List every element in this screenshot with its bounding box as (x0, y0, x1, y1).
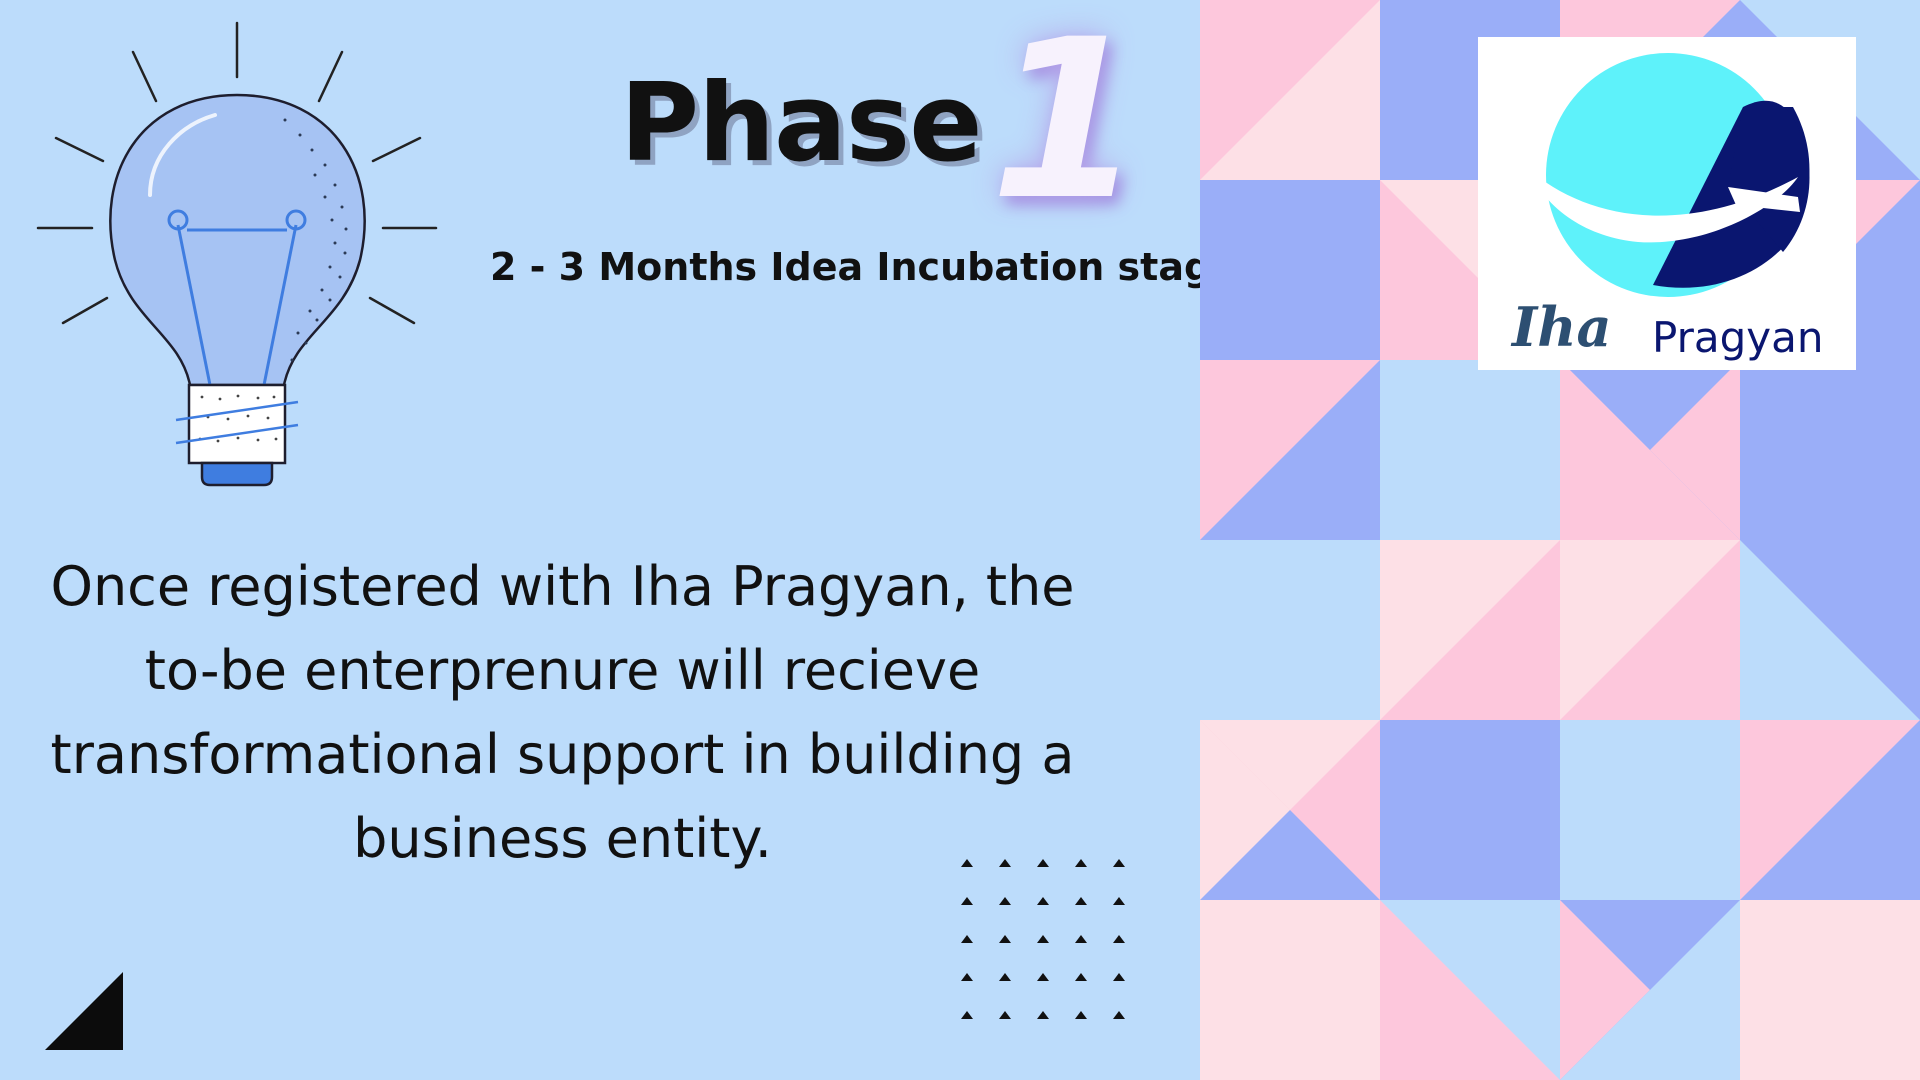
corner-triangle-icon (45, 972, 123, 1050)
logo-card: Iha Pragyan (1478, 37, 1856, 370)
content-panel: Phase 1 2 - 3 Months Idea Incubation sta… (0, 0, 1237, 1080)
phase-number: 1 (990, 0, 1144, 248)
phase-title: Phase (620, 61, 982, 186)
phase-description: Once registered with Iha Pragyan, the to… (50, 555, 1075, 870)
lightbulb-icon (36, 21, 438, 487)
logo-word-pragyan: Pragyan (1652, 313, 1824, 362)
logo-word-iha: Iha (1512, 295, 1612, 359)
phase-subtitle: 2 - 3 Months Idea Incubation stage (490, 245, 1237, 289)
dot-triangle-grid (961, 859, 1125, 1019)
